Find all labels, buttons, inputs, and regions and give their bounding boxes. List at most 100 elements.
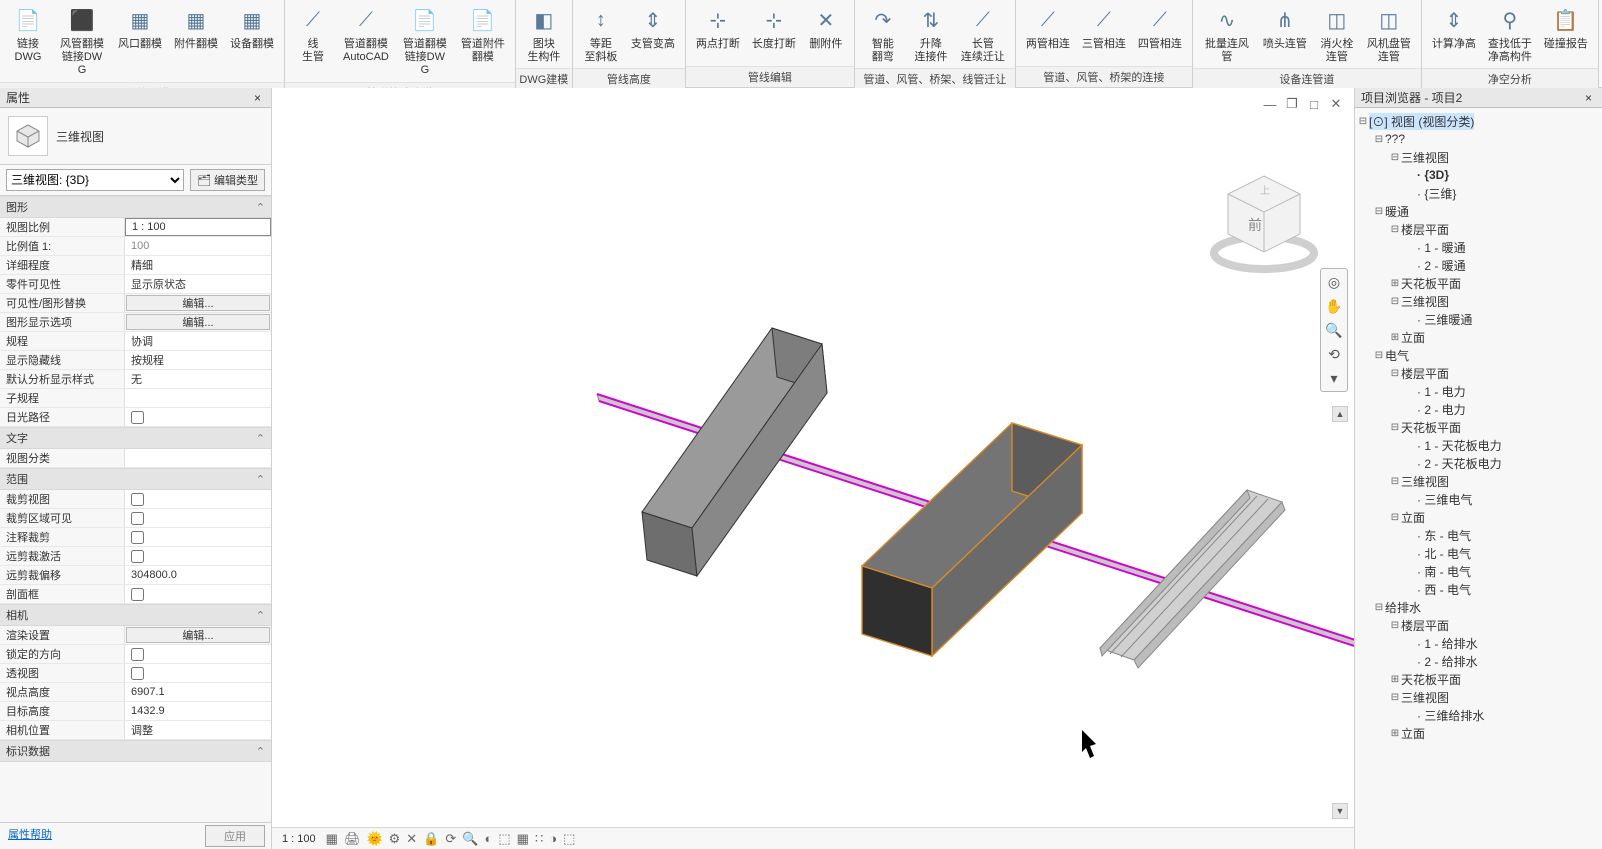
ribbon-button[interactable]: ⬛风管翻模链接DWG — [52, 2, 112, 80]
properties-help-link[interactable]: 属性帮助 — [0, 823, 199, 849]
tree-node[interactable]: · {3D} — [1357, 166, 1600, 184]
property-value[interactable]: 协调 — [125, 332, 271, 350]
ribbon-button[interactable]: ⋔喷头连管 — [1257, 2, 1313, 53]
property-group-header[interactable]: 相机⌃ — [0, 604, 271, 626]
property-row[interactable]: 远剪裁偏移304800.0 — [0, 566, 271, 585]
ribbon-button[interactable]: ⟋长管连续迁让 — [955, 2, 1011, 66]
tree-node[interactable]: ⊞立面 — [1357, 724, 1600, 742]
tree-node[interactable]: · 三维电气 — [1357, 490, 1600, 508]
ribbon-button[interactable]: ∿批量连风管 — [1197, 2, 1257, 66]
tree-node[interactable]: ⊟??? — [1357, 130, 1600, 148]
property-value[interactable]: 6907.1 — [125, 683, 271, 701]
property-value[interactable] — [125, 509, 271, 527]
ribbon-button[interactable]: ◫风机盘管连管 — [1361, 2, 1417, 66]
tree-node[interactable]: ⊟三维视图 — [1357, 292, 1600, 310]
ribbon-button[interactable]: ⟋线生管 — [289, 2, 337, 66]
tree-node[interactable]: · 1 - 电力 — [1357, 382, 1600, 400]
property-row[interactable]: 比例值 1:100 — [0, 237, 271, 256]
property-row[interactable]: 相机位置调整 — [0, 721, 271, 740]
view-control-icon[interactable]: ⚙ — [389, 831, 401, 847]
property-value[interactable] — [125, 528, 271, 546]
properties-type-selector[interactable]: 三维视图 — [0, 108, 271, 165]
tree-node[interactable]: ⊟楼层平面 — [1357, 616, 1600, 634]
ribbon-button[interactable]: ⟋三管相连 — [1076, 2, 1132, 53]
property-row[interactable]: 锁定的方向 — [0, 645, 271, 664]
scroll-down-icon[interactable]: ▼ — [1332, 803, 1348, 819]
ribbon-button[interactable]: ⇕计算净高 — [1426, 2, 1482, 53]
property-value[interactable] — [125, 408, 271, 426]
project-browser-tree[interactable]: ⊟[⊙] 视图 (视图分类)⊟???⊟三维视图· {3D}· {三维}⊟暖通⊟楼… — [1355, 108, 1602, 849]
view-scale[interactable]: 1 : 100 — [282, 833, 316, 845]
property-row[interactable]: 目标高度1432.9 — [0, 702, 271, 721]
property-row[interactable]: 透视图 — [0, 664, 271, 683]
collapse-icon[interactable]: ⊟ — [1389, 152, 1401, 163]
tree-node[interactable]: · 三维给排水 — [1357, 706, 1600, 724]
property-value[interactable]: 304800.0 — [125, 566, 271, 584]
collapse-icon[interactable]: ⊟ — [1389, 224, 1401, 235]
steering-wheel-icon[interactable]: ◎ — [1323, 271, 1345, 293]
property-value[interactable]: 1 : 100 — [125, 218, 271, 236]
view-control-icon[interactable]: ∷ — [535, 831, 543, 847]
tree-node[interactable]: · 南 - 电气 — [1357, 562, 1600, 580]
property-row[interactable]: 默认分析显示样式无 — [0, 370, 271, 389]
ribbon-button[interactable]: ⇅升降连接件 — [907, 2, 955, 66]
collapse-icon[interactable]: ⊟ — [1389, 368, 1401, 379]
property-row[interactable]: 图形显示选项编辑... — [0, 313, 271, 332]
view-control-icon[interactable]: ▦ — [517, 831, 529, 847]
zoom-icon[interactable]: 🔍 — [1323, 319, 1345, 341]
tree-node[interactable]: ⊟天花板平面 — [1357, 418, 1600, 436]
tree-node[interactable]: · 1 - 给排水 — [1357, 634, 1600, 652]
collapse-icon[interactable]: ⊟ — [1357, 116, 1369, 127]
expand-icon[interactable]: ⊞ — [1389, 332, 1401, 343]
expand-icon[interactable]: ⊞ — [1389, 674, 1401, 685]
collapse-icon[interactable]: ⊟ — [1373, 134, 1385, 145]
instance-dropdown[interactable]: 三维视图: {3D} — [6, 169, 184, 191]
tree-node[interactable]: ⊟三维视图 — [1357, 472, 1600, 490]
collapse-icon[interactable]: ⊟ — [1373, 602, 1385, 613]
scroll-up-icon[interactable]: ▲ — [1332, 406, 1348, 422]
ribbon-button[interactable]: ▦风口翻模 — [112, 2, 168, 53]
ribbon-button[interactable]: 📄链接DWG — [4, 2, 52, 66]
property-value[interactable]: 编辑... — [126, 314, 270, 330]
tree-node[interactable]: ⊟[⊙] 视图 (视图分类) — [1357, 112, 1600, 130]
tree-node[interactable]: · 2 - 天花板电力 — [1357, 454, 1600, 472]
tree-node[interactable]: ⊟给排水 — [1357, 598, 1600, 616]
ribbon-button[interactable]: ▦附件翻模 — [168, 2, 224, 53]
property-group-header[interactable]: 文字⌃ — [0, 427, 271, 449]
property-value[interactable]: 1432.9 — [125, 702, 271, 720]
tree-node[interactable]: · 1 - 天花板电力 — [1357, 436, 1600, 454]
close-icon[interactable]: × — [250, 91, 265, 105]
ribbon-button[interactable]: ↷智能翻弯 — [859, 2, 907, 66]
restore-icon[interactable]: ❐ — [1284, 96, 1300, 112]
property-value[interactable]: 编辑... — [126, 295, 270, 311]
collapse-icon[interactable]: ⊟ — [1389, 422, 1401, 433]
property-row[interactable]: 子规程 — [0, 389, 271, 408]
collapse-icon[interactable]: ⊟ — [1389, 296, 1401, 307]
tree-node[interactable]: · 2 - 电力 — [1357, 400, 1600, 418]
collapse-icon[interactable]: ⊟ — [1389, 476, 1401, 487]
property-row[interactable]: 可见性/图形替换编辑... — [0, 294, 271, 313]
tree-node[interactable]: ⊟立面 — [1357, 508, 1600, 526]
ribbon-button[interactable]: ▦设备翻模 — [224, 2, 280, 53]
property-row[interactable]: 视点高度6907.1 — [0, 683, 271, 702]
tree-node[interactable]: ⊞立面 — [1357, 328, 1600, 346]
tree-node[interactable]: · 1 - 暖通 — [1357, 238, 1600, 256]
property-value[interactable] — [125, 389, 271, 407]
property-row[interactable]: 视图分类 — [0, 449, 271, 468]
apply-button[interactable]: 应用 — [205, 825, 265, 847]
ribbon-button[interactable]: ↕等距至斜板 — [577, 2, 625, 66]
property-value[interactable]: 精细 — [125, 256, 271, 274]
property-value[interactable]: 无 — [125, 370, 271, 388]
ribbon-button[interactable]: ◧图块生构件 — [520, 2, 568, 66]
property-row[interactable]: 显示隐藏线按规程 — [0, 351, 271, 370]
property-row[interactable]: 详细程度精细 — [0, 256, 271, 275]
view-control-icon[interactable]: ⟳ — [445, 831, 456, 847]
tree-node[interactable]: ⊟楼层平面 — [1357, 364, 1600, 382]
property-value[interactable]: 编辑... — [126, 627, 270, 643]
ribbon-button[interactable]: ⊹长度打断 — [746, 2, 802, 53]
edit-type-button[interactable]: 🗂 编辑类型 — [190, 169, 265, 191]
tree-node[interactable]: · {三维} — [1357, 184, 1600, 202]
expand-icon[interactable]: ⊞ — [1389, 278, 1401, 289]
property-row[interactable]: 裁剪视图 — [0, 490, 271, 509]
property-value[interactable]: 调整 — [125, 721, 271, 739]
